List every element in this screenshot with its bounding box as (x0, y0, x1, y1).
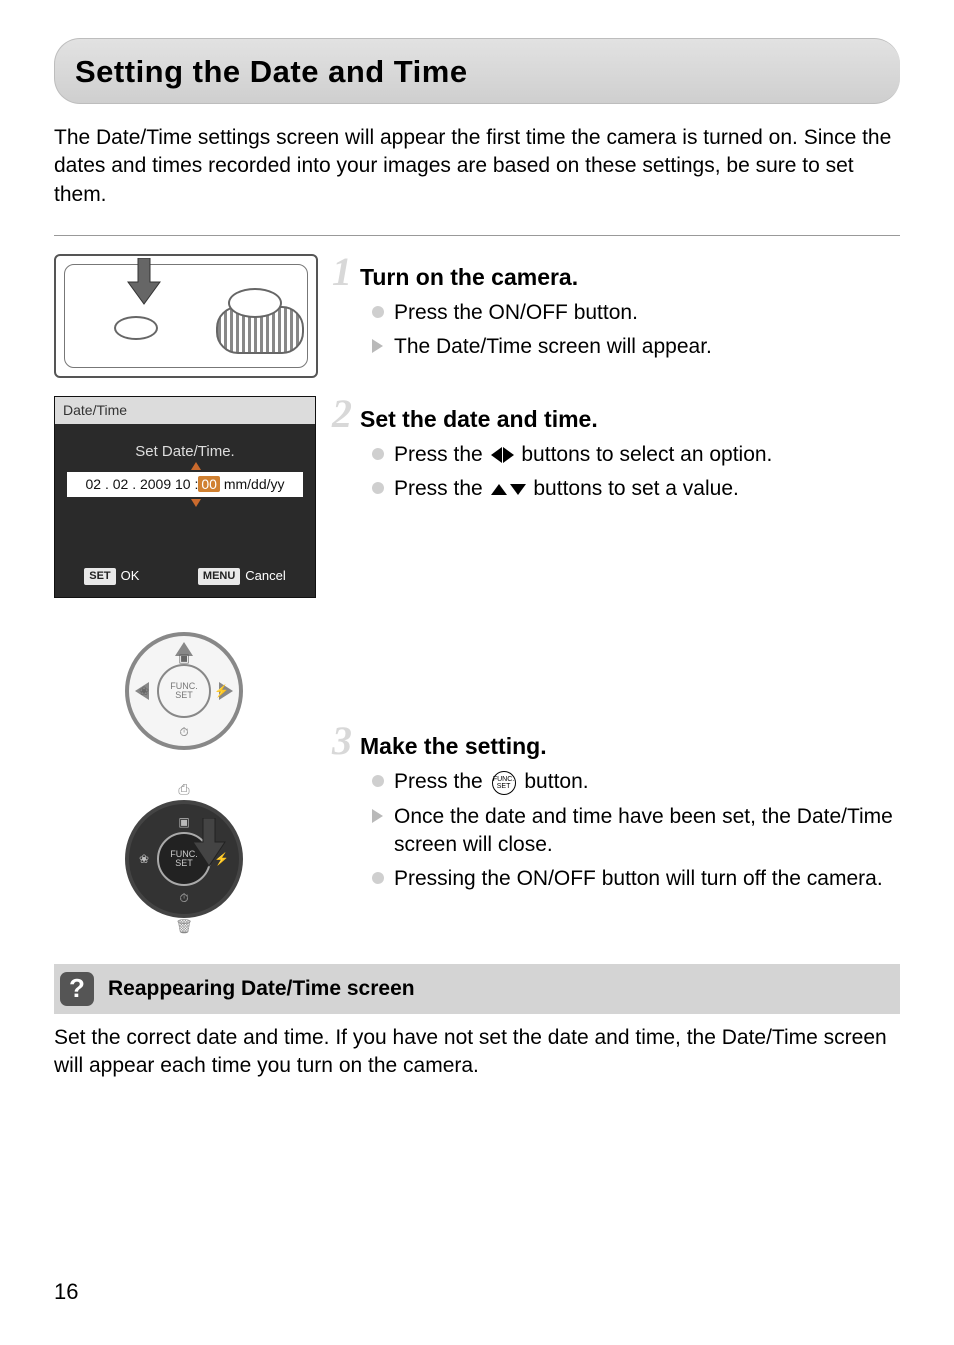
step-item: Press the FUNC.SET button. (372, 768, 900, 796)
timer-icon: ⏱ (179, 724, 188, 740)
step-number: 2 (332, 396, 352, 432)
flash-icon: ⚡ (214, 683, 229, 699)
lcd-date-part2: mm/dd/yy (224, 476, 285, 492)
down-caret-icon (191, 499, 201, 507)
camera-top-illustration (54, 254, 318, 378)
up-caret-icon (191, 462, 201, 470)
func-set-button-icon: FUNC.SET (492, 771, 516, 795)
question-icon: ? (60, 972, 94, 1006)
step-item: Press the buttons to select an option. (372, 441, 900, 469)
step-item: Press the buttons to set a value. (372, 475, 900, 503)
step-number: 1 (332, 254, 352, 290)
control-wheel-press-illustration: ⎙ FUNC. SET ▣ ⏱ ❀ ⚡ 🗑 (54, 784, 314, 934)
func-set-center: FUNC. SET (157, 664, 211, 718)
timer-icon: ⏱ (179, 890, 188, 906)
page-title-bar: Setting the Date and Time (54, 38, 900, 104)
separator (54, 235, 900, 236)
control-wheel-illustration: FUNC. SET ▣ ⏱ ❀ ⚡ (54, 616, 314, 766)
step-3: 3Make the setting.Press the FUNC.SET but… (340, 723, 900, 893)
exposure-icon: ▣ (178, 814, 189, 830)
up-down-arrows-icon (491, 484, 526, 495)
step-1: 1Turn on the camera.Press the ON/OFF but… (340, 254, 900, 362)
step-item: Press the ON/OFF button. (372, 299, 900, 327)
note-box: ? Reappearing Date/Time screen Set the c… (54, 964, 900, 1081)
exposure-icon: ▣ (178, 650, 189, 666)
lcd-header: Date/Time (55, 397, 315, 424)
step-title: Turn on the camera. (360, 262, 578, 293)
macro-icon: ❀ (139, 851, 149, 867)
lcd-screen-illustration: Date/Time Set Date/Time. 02 . 02 . 2009 … (54, 396, 316, 598)
press-arrow-icon (189, 818, 229, 868)
print-icon: ⎙ (178, 780, 189, 799)
power-arrow-icon (126, 258, 162, 306)
lcd-prompt: Set Date/Time. (55, 442, 315, 462)
trash-icon: 🗑 (175, 917, 193, 936)
step-item: The Date/Time screen will appear. (372, 333, 900, 361)
intro-text: The Date/Time settings screen will appea… (54, 124, 900, 209)
step-title: Set the date and time. (360, 404, 598, 435)
lcd-date-part1: 02 . 02 . 2009 10 : (85, 476, 198, 492)
step-number: 3 (332, 723, 352, 759)
left-right-arrows-icon (491, 447, 514, 463)
lcd-date-row: 02 . 02 . 2009 10 :00 mm/dd/yy (67, 472, 303, 497)
lcd-cancel: MENUCancel (198, 567, 286, 585)
step-title: Make the setting. (360, 731, 547, 762)
step-2: 2Set the date and time.Press the buttons… (340, 396, 900, 504)
macro-icon: ❀ (139, 683, 149, 699)
step-item: Pressing the ON/OFF button will turn off… (372, 865, 900, 893)
lcd-date-highlight: 00 (198, 476, 220, 492)
page-number: 16 (54, 1277, 78, 1307)
note-body: Set the correct date and time. If you ha… (54, 1024, 900, 1081)
note-title: Reappearing Date/Time screen (108, 975, 415, 1003)
page-title: Setting the Date and Time (75, 51, 880, 93)
step-item: Once the date and time have been set, th… (372, 803, 900, 860)
lcd-ok: SETOK (84, 567, 139, 585)
